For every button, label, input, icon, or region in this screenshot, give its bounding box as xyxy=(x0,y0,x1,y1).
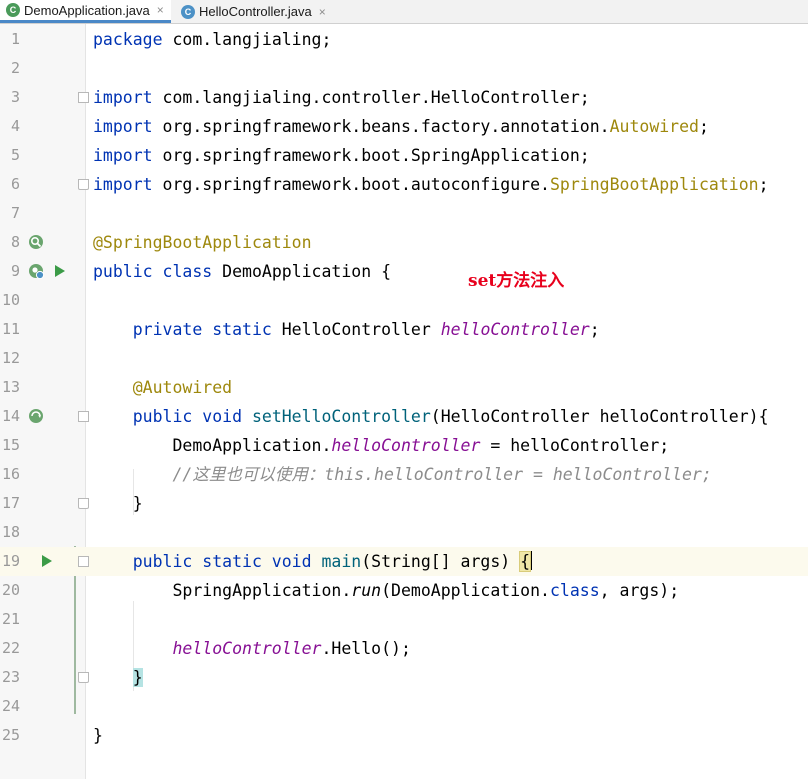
code-text: public class DemoApplication { xyxy=(93,262,392,281)
code-line: 12 xyxy=(0,344,808,373)
fold-end-icon[interactable] xyxy=(78,179,89,190)
fold-end-icon[interactable] xyxy=(78,498,89,509)
text-caret xyxy=(530,551,533,570)
code-line: 16 //这里也可以使用：this.helloController = hell… xyxy=(0,460,808,489)
code-text: import org.springframework.beans.factory… xyxy=(93,117,709,136)
line-number: 3 xyxy=(10,88,20,106)
code-line: 14 public void setHelloController(HelloC… xyxy=(0,402,808,431)
line-number: 2 xyxy=(10,59,20,77)
class-icon: C xyxy=(181,4,195,19)
line-number: 17 xyxy=(1,494,20,512)
code-line: 9 public class DemoApplication { xyxy=(0,257,808,286)
code-text: } xyxy=(132,668,143,687)
line-number: 13 xyxy=(1,378,20,396)
code-line: 6 import org.springframework.boot.autoco… xyxy=(0,170,808,199)
code-text: } xyxy=(93,494,143,513)
code-line: 25 } xyxy=(0,721,808,750)
code-text: @SpringBootApplication xyxy=(93,233,312,252)
line-number: 11 xyxy=(1,320,20,338)
line-number: 21 xyxy=(1,610,20,628)
code-text: public void setHelloController(HelloCont… xyxy=(93,407,769,426)
run-icon[interactable] xyxy=(42,555,52,567)
line-number: 24 xyxy=(1,697,20,715)
code-line: 17 } xyxy=(0,489,808,518)
code-line: 24 xyxy=(0,692,808,721)
code-text: DemoApplication.helloController = helloC… xyxy=(93,436,670,455)
overlay-note: set方法注入 xyxy=(468,271,565,291)
code-text: import com.langjialing.controller.HelloC… xyxy=(93,88,590,107)
code-text: private static HelloController helloCont… xyxy=(93,320,600,339)
fold-start-icon[interactable] xyxy=(78,411,89,422)
editor-tab-bar: C DemoApplication.java × C HelloControll… xyxy=(0,0,808,24)
code-text: public static void main(String[] args) { xyxy=(93,551,533,572)
line-number: 14 xyxy=(1,407,20,425)
code-line: 7 xyxy=(0,199,808,228)
code-line: 23 } xyxy=(0,663,808,692)
close-icon[interactable]: × xyxy=(319,5,326,19)
code-text: @Autowired xyxy=(93,378,233,397)
line-number: 20 xyxy=(1,581,20,599)
code-text: SpringApplication.run(DemoApplication.cl… xyxy=(93,581,680,600)
close-icon[interactable]: × xyxy=(157,3,164,17)
line-number: 15 xyxy=(1,436,20,454)
fold-end-icon[interactable] xyxy=(78,672,89,683)
line-number: 4 xyxy=(10,117,20,135)
code-text: import org.springframework.boot.SpringAp… xyxy=(93,146,590,165)
line-number: 5 xyxy=(10,146,20,164)
line-number: 8 xyxy=(10,233,20,251)
spring-bean-search-icon[interactable] xyxy=(27,233,45,251)
line-number: 16 xyxy=(1,465,20,483)
code-line: 1 package com.langjialing; xyxy=(0,25,808,54)
fold-start-icon[interactable] xyxy=(78,556,89,567)
tab-label: HelloController.java xyxy=(199,4,312,19)
code-line: 8 @SpringBootApplication xyxy=(0,228,808,257)
code-line: 20 SpringApplication.run(DemoApplication… xyxy=(0,576,808,605)
code-line: 3 import com.langjialing.controller.Hell… xyxy=(0,83,808,112)
code-line: 18 xyxy=(0,518,808,547)
code-text: helloController.Hello(); xyxy=(93,639,411,658)
code-line: 10 xyxy=(0,286,808,315)
line-number: 12 xyxy=(1,349,20,367)
code-text: //这里也可以使用：this.helloController = helloCo… xyxy=(93,465,712,484)
code-line: 4 import org.springframework.beans.facto… xyxy=(0,112,808,141)
line-number: 1 xyxy=(10,30,20,48)
line-number: 18 xyxy=(1,523,20,541)
code-text: package com.langjialing; xyxy=(93,30,332,49)
fold-start-icon[interactable] xyxy=(78,92,89,103)
code-text: import org.springframework.boot.autoconf… xyxy=(93,175,769,194)
line-number: 19 xyxy=(1,552,20,570)
line-number: 25 xyxy=(1,726,20,744)
line-number: 10 xyxy=(1,291,20,309)
line-number: 22 xyxy=(1,639,20,657)
tab-label: DemoApplication.java xyxy=(24,2,150,18)
spring-bean-icon[interactable] xyxy=(27,262,45,280)
line-number: 7 xyxy=(10,204,20,222)
code-line: 21 xyxy=(0,605,808,634)
code-text: } xyxy=(93,726,103,745)
code-line: 22 helloController.Hello(); xyxy=(0,634,808,663)
code-editor[interactable]: 1 package com.langjialing; 2 3 import co… xyxy=(0,24,808,779)
code-line: 2 xyxy=(0,54,808,83)
tab-hello-controller[interactable]: C HelloController.java × xyxy=(175,0,335,23)
run-icon[interactable] xyxy=(55,265,65,277)
code-line: 15 DemoApplication.helloController = hel… xyxy=(0,431,808,460)
line-number: 9 xyxy=(10,262,20,280)
code-line: 5 import org.springframework.boot.Spring… xyxy=(0,141,808,170)
spring-class-icon: C xyxy=(6,3,20,17)
code-line-current: 19 public static void main(String[] args… xyxy=(0,547,808,576)
tab-demo-application[interactable]: C DemoApplication.java × xyxy=(0,0,171,23)
code-line: 13 @Autowired xyxy=(0,373,808,402)
code-line: 11 private static HelloController helloC… xyxy=(0,315,808,344)
autowired-bean-icon[interactable] xyxy=(27,407,45,425)
line-number: 23 xyxy=(1,668,20,686)
line-number: 6 xyxy=(10,175,20,193)
